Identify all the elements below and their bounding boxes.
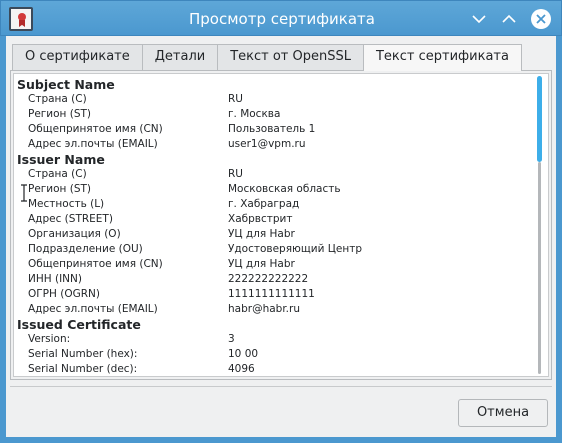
title-bar[interactable]: Просмотр сертификата: [0, 0, 562, 36]
field-key: Местность (L): [28, 198, 105, 210]
maximize-icon[interactable]: [497, 7, 521, 31]
field-key: Адрес эл.почты (EMAIL): [28, 303, 158, 315]
field-key: Serial Number (hex):: [28, 348, 138, 360]
field-row: Регион (ST) г. Москва: [17, 107, 532, 122]
field-key: ОГРН (OGRN): [28, 288, 100, 300]
field-value: 10 00: [228, 348, 259, 360]
field-key: Регион (ST): [28, 108, 92, 120]
field-value: RU: [228, 168, 243, 180]
certificate-text-view[interactable]: Subject Name Страна (C) RU Регион (ST) г. …: [13, 73, 549, 377]
field-row: Адрес эл.почты (EMAIL) habr@habr.ru: [17, 302, 532, 317]
dialog-body: О сертификате Детали Текст от OpenSSL Те…: [6, 36, 556, 437]
field-row: ИНН (INN) 222222222222: [17, 272, 532, 287]
tab-bar: О сертификате Детали Текст от OpenSSL Те…: [12, 44, 522, 71]
scrollbar-thumb[interactable]: [537, 76, 542, 162]
field-value: Удостоверяющий Центр: [228, 243, 362, 255]
field-row: Общепринятое имя (CN) Пользователь 1: [17, 122, 532, 137]
field-key: Страна (C): [28, 93, 87, 105]
scrollbar-track[interactable]: [538, 162, 541, 374]
field-key: Адрес эл.почты (EMAIL): [28, 138, 158, 150]
field-row: Подразделение (OU) Удостоверяющий Центр: [17, 242, 532, 257]
text-cursor-icon: [20, 184, 28, 202]
field-row: Регион (ST) Московская область: [17, 182, 532, 197]
field-value: 4096: [228, 363, 255, 375]
issuer-heading: Issuer Name: [17, 152, 105, 167]
field-row: Страна (C) RU: [17, 92, 532, 107]
field-key: Адрес (STREET): [28, 213, 113, 225]
field-value: habr@habr.ru: [228, 303, 300, 315]
subject-heading: Subject Name: [17, 77, 115, 92]
window-frame: О сертификате Детали Текст от OpenSSL Те…: [0, 36, 562, 443]
field-value: 3: [228, 333, 235, 345]
field-key: ИНН (INN): [28, 273, 82, 285]
field-key: Общепринятое имя (CN): [28, 123, 163, 135]
field-value: г. Хабраград: [228, 198, 300, 210]
field-value: 222222222222: [228, 273, 309, 285]
vertical-scrollbar[interactable]: [534, 76, 544, 374]
field-row: Страна (C) RU: [17, 167, 532, 182]
tab-openssl-text[interactable]: Текст от OpenSSL: [217, 44, 364, 70]
certificate-lines: Subject Name Страна (C) RU Регион (ST) г. …: [17, 77, 532, 376]
field-key: Общепринятое имя (CN): [28, 258, 163, 270]
close-icon[interactable]: [529, 7, 553, 31]
field-row: ОГРН (OGRN) 1111111111111: [17, 287, 532, 302]
field-row: Serial Number (dec): 4096: [17, 362, 532, 376]
field-row: Адрес эл.почты (EMAIL) user1@vpm.ru: [17, 137, 532, 152]
minimize-icon[interactable]: [467, 7, 491, 31]
field-key: Регион (ST): [28, 183, 92, 195]
field-value: Хабрвстрит: [228, 213, 293, 225]
field-value: user1@vpm.ru: [228, 138, 306, 150]
field-value: г. Москва: [228, 108, 281, 120]
tab-about[interactable]: О сертификате: [12, 44, 143, 70]
field-key: Подразделение (OU): [28, 243, 143, 255]
field-row: Serial Number (hex): 10 00: [17, 347, 532, 362]
field-value: УЦ для Habr: [228, 228, 295, 240]
field-row: Местность (L) г. Хабраград: [17, 197, 532, 212]
field-row: Адрес (STREET) Хабрвстрит: [17, 212, 532, 227]
field-row: Version: 3: [17, 332, 532, 347]
field-value: 1111111111111: [228, 288, 315, 300]
field-value: RU: [228, 93, 243, 105]
field-value: Московская область: [228, 183, 341, 195]
field-key: Страна (C): [28, 168, 87, 180]
field-key: Организация (O): [28, 228, 121, 240]
field-value: Пользователь 1: [228, 123, 316, 135]
field-key: Version:: [28, 333, 71, 345]
tab-panel: Subject Name Страна (C) RU Регион (ST) г. …: [10, 70, 552, 380]
field-value: УЦ для Habr: [228, 258, 295, 270]
cancel-button[interactable]: Отмена: [458, 399, 548, 427]
field-key: Serial Number (dec):: [28, 363, 138, 375]
tab-details[interactable]: Детали: [141, 44, 219, 70]
field-row: Организация (O) УЦ для Habr: [17, 227, 532, 242]
tab-certificate-text[interactable]: Текст сертификата: [362, 44, 522, 71]
issued-certificate-heading: Issued Certificate: [17, 317, 141, 332]
field-row: Общепринятое имя (CN) УЦ для Habr: [17, 257, 532, 272]
